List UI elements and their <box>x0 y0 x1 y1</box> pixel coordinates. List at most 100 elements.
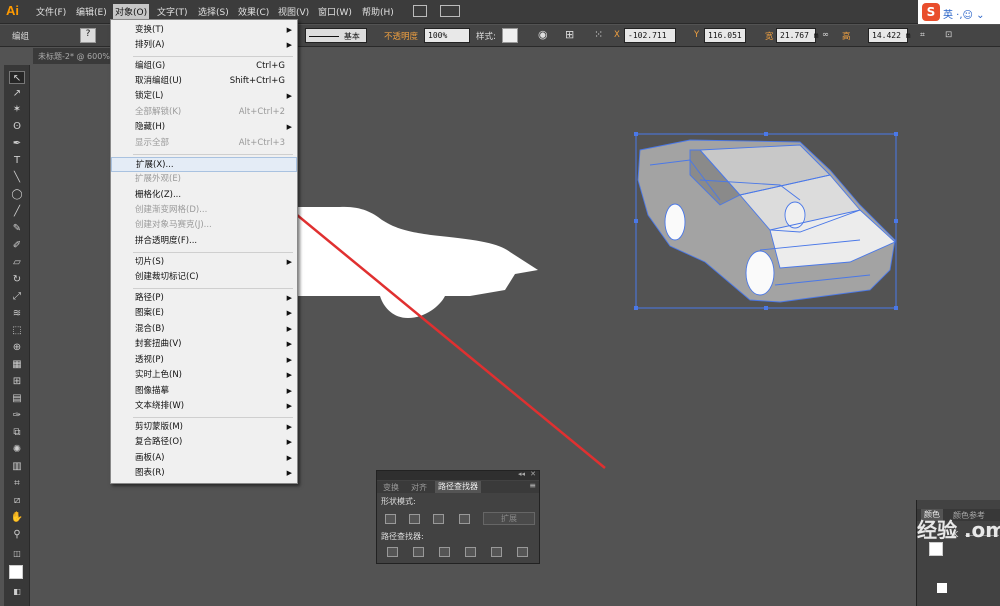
menu-item-live-paint[interactable]: 实时上色(N) ▶ <box>111 368 297 383</box>
submenu-arrow-icon: ▶ <box>286 26 292 34</box>
menu-item-label: 隐藏(H) <box>135 122 166 132</box>
menu-item-clipping-mask[interactable]: 剪切蒙版(M) ▶ <box>111 420 297 435</box>
expand-button[interactable]: 扩展 <box>483 512 535 525</box>
submenu-arrow-icon: ▶ <box>286 294 292 302</box>
menu-item-label: 封套扭曲(V) <box>135 339 182 349</box>
submenu-arrow-icon: ▶ <box>286 469 292 477</box>
menu-item-label: 变换(T) <box>135 25 164 35</box>
stroke-color-swatch[interactable] <box>937 583 947 593</box>
menu-item-label: 编组(G) <box>135 61 166 71</box>
menu-item-show-all: 显示全部 Alt+Ctrl+3 <box>111 136 297 151</box>
menu-item-label: 透视(P) <box>135 355 164 365</box>
menu-item-label: 拼合透明度(F)... <box>135 236 198 246</box>
submenu-arrow-icon: ▶ <box>286 340 292 348</box>
unite-icon[interactable] <box>385 514 396 524</box>
collapse-icon[interactable]: ◂◂ <box>518 470 525 478</box>
menu-item-pattern[interactable]: 图案(E) ▶ <box>111 306 297 321</box>
submenu-arrow-icon: ▶ <box>286 325 292 333</box>
menu-item-label: 路径(P) <box>135 293 164 303</box>
menu-separator <box>133 417 293 418</box>
menu-item-artboards[interactable]: 画板(A) ▶ <box>111 451 297 466</box>
menu-item-label: 显示全部 <box>135 138 170 148</box>
submenu-arrow-icon: ▶ <box>286 92 292 100</box>
close-icon[interactable]: ✕ <box>530 470 536 478</box>
menu-item-create-object-mosaic: 创建对象马赛克(J)... <box>111 218 297 233</box>
menu-item-label: 排列(A) <box>135 40 165 50</box>
submenu-arrow-icon: ▶ <box>286 356 292 364</box>
panel-menu-icon[interactable]: ≡ <box>529 481 536 490</box>
menu-item-lock[interactable]: 锁定(L) ▶ <box>111 89 297 104</box>
menu-item-label: 扩展外观(E) <box>135 174 182 184</box>
pathfinder-panel: ◂◂ ✕ 变换 对齐 路径查找器 ≡ 形状模式: 扩展 路径查找器: <box>376 470 540 564</box>
menu-item-expand[interactable]: 扩展(X)... <box>111 157 297 172</box>
menu-item-envelope-distort[interactable]: 封套扭曲(V) ▶ <box>111 337 297 352</box>
submenu-arrow-icon: ▶ <box>286 402 292 410</box>
pathfinders-label: 路径查找器: <box>381 532 424 541</box>
menu-item-ungroup[interactable]: 取消编组(U) Shift+Ctrl+G <box>111 74 297 89</box>
menu-item-hide[interactable]: 隐藏(H) ▶ <box>111 120 297 135</box>
menu-item-label: 创建对象马赛克(J)... <box>135 220 212 230</box>
menu-item-label: 画板(A) <box>135 453 165 463</box>
menu-item-create-gradient-mesh: 创建渐变网格(D)... <box>111 203 297 218</box>
divide-icon[interactable] <box>387 547 398 557</box>
menu-item-group[interactable]: 编组(G) Ctrl+G <box>111 59 297 74</box>
menu-item-label: 图像描摹 <box>135 386 170 396</box>
menu-item-create-trim-marks[interactable]: 创建裁切标记(C) <box>111 270 297 285</box>
menu-item-label: 创建裁切标记(C) <box>135 272 199 282</box>
menu-item-shortcut: Alt+Ctrl+3 <box>238 138 285 148</box>
menu-item-shortcut: Alt+Ctrl+2 <box>238 107 285 117</box>
submenu-arrow-icon: ▶ <box>286 258 292 266</box>
submenu-arrow-icon: ▶ <box>286 371 292 379</box>
menu-item-label: 切片(S) <box>135 257 165 267</box>
menu-item-flatten-transparency[interactable]: 拼合透明度(F)... <box>111 234 297 249</box>
minus-back-icon[interactable] <box>517 547 528 557</box>
car-silhouette-shape[interactable] <box>298 206 538 318</box>
submenu-arrow-icon: ▶ <box>286 41 292 49</box>
menu-item-label: 文本绕排(W) <box>135 401 185 411</box>
menu-item-label: 锁定(L) <box>135 91 164 101</box>
exclude-icon[interactable] <box>459 514 470 524</box>
menu-item-image-trace[interactable]: 图像描摹 ▶ <box>111 384 297 399</box>
menu-item-transform[interactable]: 变换(T) ▶ <box>111 23 297 38</box>
tab-transform[interactable]: 变换 <box>383 482 399 493</box>
menu-item-compound-path[interactable]: 复合路径(O) ▶ <box>111 435 297 450</box>
tab-align[interactable]: 对齐 <box>411 482 427 493</box>
shape-modes-label: 形状模式: <box>381 497 416 506</box>
submenu-arrow-icon: ▶ <box>286 387 292 395</box>
merge-icon[interactable] <box>439 547 450 557</box>
menu-item-label: 图案(E) <box>135 308 165 318</box>
panel-titlebar[interactable]: ◂◂ ✕ <box>377 470 539 480</box>
trim-icon[interactable] <box>413 547 424 557</box>
menu-item-arrange[interactable]: 排列(A) ▶ <box>111 38 297 53</box>
menu-item-rasterize[interactable]: 栅格化(Z)... <box>111 188 297 203</box>
menu-item-slice[interactable]: 切片(S) ▶ <box>111 255 297 270</box>
tab-pathfinder[interactable]: 路径查找器 <box>435 481 481 493</box>
menu-separator <box>133 56 293 57</box>
menu-item-path[interactable]: 路径(P) ▶ <box>111 291 297 306</box>
fill-color-swatch[interactable] <box>929 542 943 556</box>
submenu-arrow-icon: ▶ <box>286 438 292 446</box>
minus-front-icon[interactable] <box>409 514 420 524</box>
menu-item-blend[interactable]: 混合(B) ▶ <box>111 322 297 337</box>
car-3d-group[interactable] <box>634 132 898 310</box>
red-pointer-arrow <box>251 177 606 469</box>
menu-separator <box>133 252 293 253</box>
outline-icon[interactable] <box>491 547 502 557</box>
object-menu-dropdown: 变换(T) ▶ 排列(A) ▶ 编组(G) Ctrl+G 取消编组(U) Shift+C… <box>110 19 298 484</box>
menu-item-perspective[interactable]: 透视(P) ▶ <box>111 353 297 368</box>
menu-item-text-wrap[interactable]: 文本绕排(W) ▶ <box>111 399 297 414</box>
menu-separator <box>133 154 293 155</box>
menu-item-label: 全部解锁(K) <box>135 107 182 117</box>
menu-item-graph[interactable]: 图表(R) ▶ <box>111 466 297 481</box>
crop-icon[interactable] <box>465 547 476 557</box>
submenu-arrow-icon: ▶ <box>286 123 292 131</box>
intersect-icon[interactable] <box>433 514 444 524</box>
menu-item-label: 创建渐变网格(D)... <box>135 205 208 215</box>
color-panel: 颜色 颜色参考 K 经验 .om <box>916 500 1000 606</box>
submenu-arrow-icon: ▶ <box>286 309 292 317</box>
menu-item-label: 图表(R) <box>135 468 165 478</box>
menu-item-label: 扩展(X)... <box>136 160 174 170</box>
menu-item-label: 混合(B) <box>135 324 165 334</box>
menu-separator <box>133 288 293 289</box>
menu-item-shortcut: Ctrl+G <box>256 61 285 71</box>
